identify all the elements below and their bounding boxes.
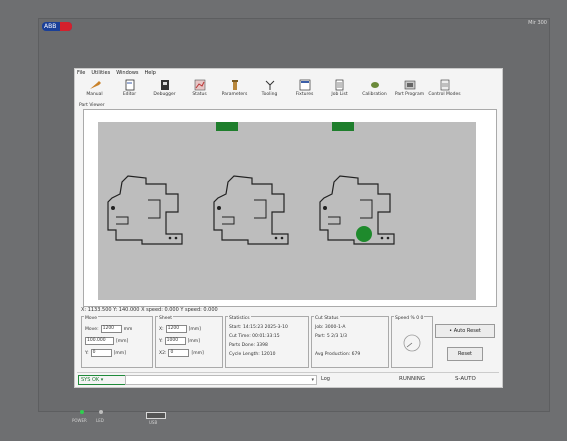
part-viewer[interactable] <box>83 109 497 307</box>
menu-utilities[interactable]: Utilities <box>91 70 110 78</box>
control-modes-icon <box>440 79 449 91</box>
log-dropdown[interactable]: ▾ <box>125 375 317 385</box>
green-tab-1 <box>216 122 238 131</box>
sheet-x-input[interactable]: 1200 <box>165 325 187 333</box>
joblist-icon <box>335 79 343 91</box>
move-distance-input[interactable]: 100.000 <box>85 337 114 345</box>
part-program-icon <box>404 80 415 90</box>
move-input[interactable]: 1200 <box>100 325 122 333</box>
power-led <box>80 410 84 414</box>
usb-label: USB <box>149 420 158 425</box>
tool-calibration[interactable]: Calibration <box>357 79 392 103</box>
move-y-input[interactable]: 0 <box>90 349 112 357</box>
coordinates-readout: X: 1133.500 Y: 140.000 X speed: 0.000 Y … <box>81 307 218 313</box>
toolbar: Manual Editor Debugger Status Parameters… <box>77 79 500 103</box>
tool-manual[interactable]: Manual <box>77 79 112 103</box>
cut-status-panel: Cut Status Job: 3000-1-A Part: 5 2/3 1/3… <box>311 316 389 368</box>
tool-status[interactable]: Status <box>182 79 217 103</box>
status-led <box>99 410 103 414</box>
status-icon <box>194 79 205 91</box>
auto-reset-button[interactable]: • Auto Reset <box>435 324 495 338</box>
brand-logo: ABB <box>42 22 72 31</box>
menu-help[interactable]: Help <box>145 70 156 78</box>
sheet-canvas[interactable] <box>98 122 476 300</box>
part-viewer-label: Part Viewer <box>79 103 105 108</box>
led-label: LED <box>96 418 104 423</box>
parts-drawing <box>107 122 395 245</box>
model-label: Mir 300 <box>528 20 547 26</box>
reset-button[interactable]: Reset <box>447 347 483 361</box>
tool-editor[interactable]: Editor <box>112 79 147 103</box>
sheet-x2-input[interactable]: 0 <box>168 349 190 357</box>
log-label: Log <box>321 376 330 382</box>
tool-debugger[interactable]: Debugger <box>147 79 182 103</box>
green-tab-2 <box>332 122 354 131</box>
menu-file[interactable]: File <box>77 70 85 78</box>
running-status: RUNNING <box>399 376 426 382</box>
tool-joblist[interactable]: Job List <box>322 79 357 103</box>
speed-panel: Speed % 0 0 <box>391 316 433 368</box>
part-outline-1 <box>107 175 183 245</box>
mode-status: S-AUTO <box>455 376 476 382</box>
status-bar: SYS OK ▾ ▾ Log RUNNING S-AUTO <box>77 372 499 385</box>
tool-position-marker <box>356 226 372 242</box>
chevron-down-icon: ▾ <box>311 377 314 383</box>
speed-gauge-icon <box>403 334 421 352</box>
calibration-icon <box>370 82 379 88</box>
app-window: File Utilities Windows Help Manual Edito… <box>74 68 503 388</box>
tool-tooling[interactable]: Tooling <box>252 79 287 103</box>
sheet-panel: Sheet X: 1200 [mm] Y: 1000 [mm] X2: 0 [mm] <box>155 316 223 368</box>
fixtures-icon <box>299 79 310 91</box>
debugger-icon <box>160 80 169 90</box>
menu-bar: File Utilities Windows Help <box>77 70 156 78</box>
sheet-y-input[interactable]: 1000 <box>164 337 186 345</box>
part-outline-2 <box>213 175 289 245</box>
system-status[interactable]: SYS OK ▾ <box>78 375 126 385</box>
tool-fixtures[interactable]: Fixtures <box>287 79 322 103</box>
menu-windows[interactable]: Windows <box>116 70 138 78</box>
tool-parameters[interactable]: Parameters <box>217 79 252 103</box>
tool-part-program[interactable]: Part Program <box>392 79 427 103</box>
system-status-arrow-icon: ▾ <box>99 377 104 383</box>
wrench-icon <box>89 81 101 89</box>
statistics-panel: Statistics Start: 14:15:23 2025-3-10 Cut… <box>225 316 309 368</box>
parameters-icon <box>231 80 238 90</box>
tool-control-modes[interactable]: Control Modes <box>427 79 462 103</box>
editor-icon <box>125 79 134 91</box>
move-panel: Move Move: 1200 mm 100.000 [mm] Y: 0 [mm] <box>81 316 153 368</box>
usb-port-icon <box>146 412 166 419</box>
power-label: POWER <box>72 418 87 423</box>
tooling-icon <box>265 80 274 90</box>
